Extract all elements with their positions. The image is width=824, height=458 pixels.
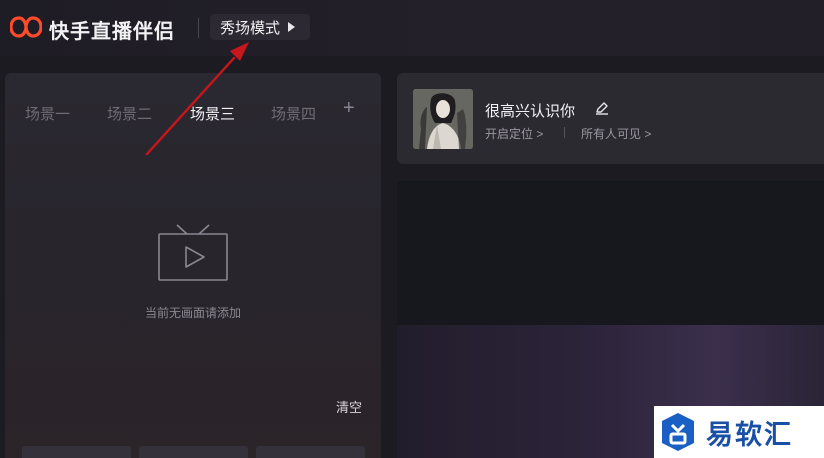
tv-play-icon: [158, 224, 228, 281]
profile-card: 很高兴认识你 开启定位 > | 所有人可见 >: [397, 73, 824, 164]
user-name: 很高兴认识你: [485, 103, 576, 120]
mode-selector-button[interactable]: 秀场模式: [210, 14, 310, 40]
tab-scene-2[interactable]: 场景二: [107, 103, 152, 124]
scene-panel: 场景一 场景二 场景三 场景四 + 当前无画面请添加 清空: [5, 73, 381, 458]
kuaishou-logo-icon: [10, 16, 42, 38]
empty-scene-message: 当前无画面请添加: [144, 306, 241, 320]
source-thumbnail[interactable]: [256, 446, 365, 458]
app-title: 快手直播伴侣: [49, 21, 175, 43]
visibility-link[interactable]: 所有人可见 >: [581, 125, 651, 142]
clear-button[interactable]: 清空: [336, 397, 362, 416]
watermark: 易软汇: [654, 406, 824, 458]
play-triangle-icon: [288, 22, 296, 32]
add-scene-button[interactable]: +: [343, 97, 355, 120]
avatar[interactable]: [413, 89, 473, 149]
title-divider: [198, 18, 199, 38]
mode-label: 秀场模式: [220, 19, 281, 37]
tab-scene-3[interactable]: 场景三: [190, 103, 235, 124]
tab-scene-4[interactable]: 场景四: [271, 103, 316, 124]
watermark-logo-icon: [662, 413, 694, 451]
top-bar: 快手直播伴侣 秀场模式: [0, 0, 824, 56]
enable-location-link[interactable]: 开启定位 >: [485, 125, 543, 142]
pencil-edit-icon[interactable]: [595, 101, 609, 115]
avatar-image: [413, 89, 473, 149]
source-thumbnail[interactable]: [22, 446, 131, 458]
watermark-text: 易软汇: [706, 419, 793, 450]
profile-separator: |: [563, 126, 566, 138]
source-thumbnail[interactable]: [139, 446, 248, 458]
tab-scene-1[interactable]: 场景一: [25, 103, 70, 124]
